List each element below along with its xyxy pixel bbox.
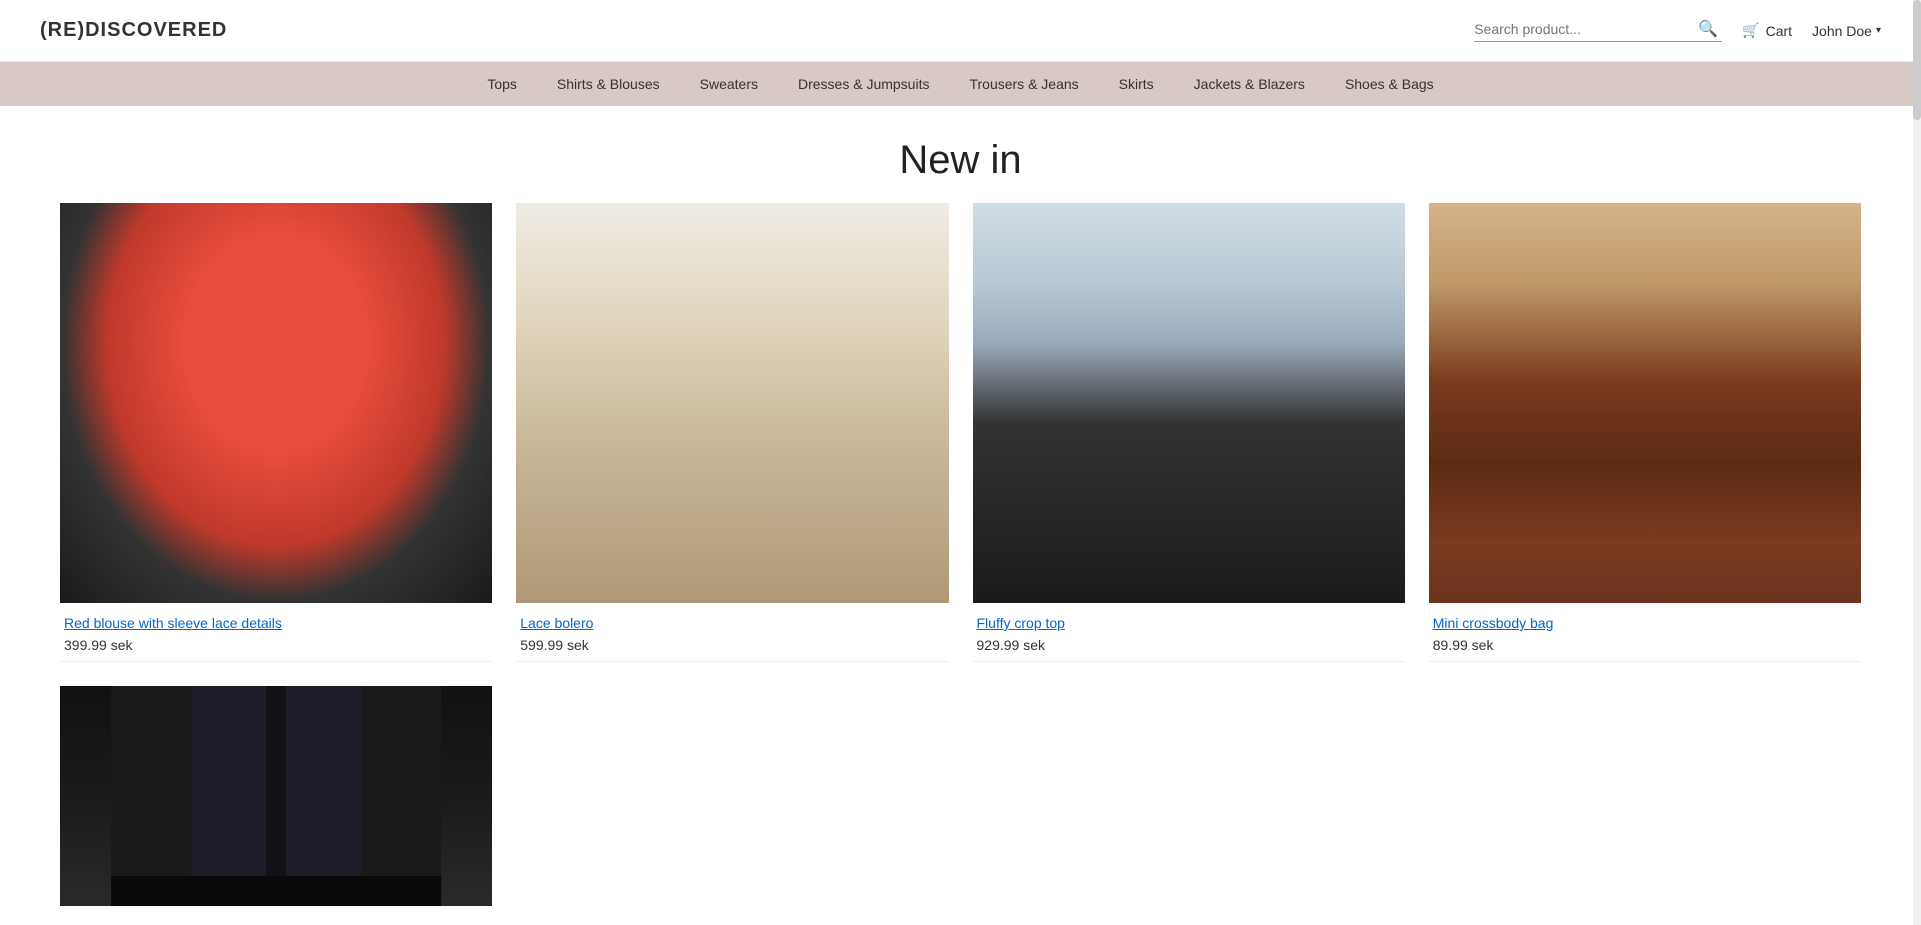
scrollbar-thumb[interactable] [1913, 0, 1921, 120]
nav-item-shoes-bags[interactable]: Shoes & Bags [1345, 76, 1434, 92]
nav-item-shirts-blouses[interactable]: Shirts & Blouses [557, 76, 660, 92]
product-image-svg [516, 203, 948, 603]
product-image-svg [973, 203, 1405, 603]
bottom-products-grid [60, 686, 1861, 906]
search-input[interactable] [1474, 21, 1694, 37]
nav-item-jackets-blazers[interactable]: Jackets & Blazers [1194, 76, 1305, 92]
page-title-section: New in [0, 106, 1921, 203]
cart-icon: 🛒 [1742, 22, 1759, 39]
product-image-container [973, 203, 1405, 603]
product-card[interactable]: Lace bolero 599.99 sek [516, 203, 948, 662]
product-image-container [1429, 203, 1861, 603]
nav-item-skirts[interactable]: Skirts [1119, 76, 1154, 92]
products-grid: Red blouse with sleeve lace details 399.… [60, 203, 1861, 662]
nav-item-tops[interactable]: Tops [487, 76, 517, 92]
user-dropdown[interactable]: John Doe ▾ [1812, 23, 1881, 39]
product-info: Fluffy crop top 929.99 sek [973, 603, 1405, 662]
product-name[interactable]: Fluffy crop top [977, 615, 1401, 631]
search-button[interactable]: 🔍 [1694, 19, 1722, 39]
nav-item-sweaters[interactable]: Sweaters [700, 76, 758, 92]
products-section: Red blouse with sleeve lace details 399.… [0, 203, 1921, 906]
header: (RE)DISCOVERED 🔍 🛒 Cart John Doe ▾ [0, 0, 1921, 62]
product-info: Mini crossbody bag 89.99 sek [1429, 603, 1861, 662]
product-name[interactable]: Lace bolero [520, 615, 944, 631]
product-card-partial[interactable] [60, 686, 492, 906]
product-name[interactable]: Red blouse with sleeve lace details [64, 615, 488, 631]
product-image-svg [1429, 203, 1861, 603]
product-info: Lace bolero 599.99 sek [516, 603, 948, 662]
product-image-container [516, 203, 948, 603]
cart-label: Cart [1766, 23, 1792, 39]
chevron-down-icon: ▾ [1876, 25, 1881, 36]
product-image-container [60, 203, 492, 603]
nav-item-trousers-jeans[interactable]: Trousers & Jeans [969, 76, 1078, 92]
product-image-partial [60, 686, 492, 906]
product-card[interactable]: Red blouse with sleeve lace details 399.… [60, 203, 492, 662]
search-container: 🔍 [1474, 19, 1722, 42]
cart-link[interactable]: 🛒 Cart [1742, 22, 1792, 39]
user-name: John Doe [1812, 23, 1872, 39]
product-price: 599.99 sek [520, 637, 944, 653]
page-title: New in [0, 138, 1921, 183]
header-right: 🔍 🛒 Cart John Doe ▾ [1474, 19, 1881, 42]
search-icon: 🔍 [1698, 21, 1718, 38]
scrollbar[interactable] [1913, 0, 1921, 925]
product-image-partial-svg [60, 686, 492, 906]
product-card[interactable]: Fluffy crop top 929.99 sek [973, 203, 1405, 662]
nav-item-dresses-jumpsuits[interactable]: Dresses & Jumpsuits [798, 76, 929, 92]
product-price: 929.99 sek [977, 637, 1401, 653]
product-card[interactable]: Mini crossbody bag 89.99 sek [1429, 203, 1861, 662]
product-name[interactable]: Mini crossbody bag [1433, 615, 1857, 631]
product-info: Red blouse with sleeve lace details 399.… [60, 603, 492, 662]
logo[interactable]: (RE)DISCOVERED [40, 19, 227, 42]
product-price: 89.99 sek [1433, 637, 1857, 653]
product-image-svg [60, 203, 492, 603]
product-price: 399.99 sek [64, 637, 488, 653]
nav-bar: Tops Shirts & Blouses Sweaters Dresses &… [0, 62, 1921, 106]
